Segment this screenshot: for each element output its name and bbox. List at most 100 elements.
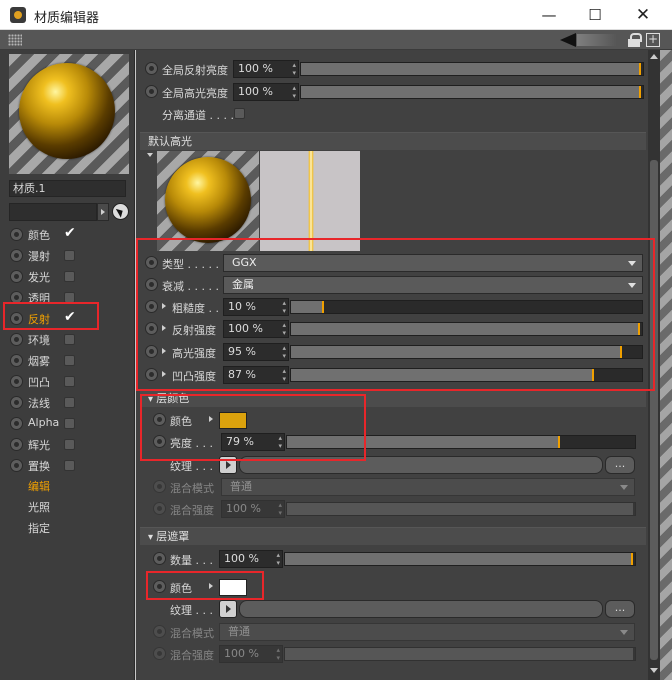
brightness-slider[interactable]	[286, 435, 636, 449]
sub-item-illumination[interactable]: 光照	[0, 497, 135, 518]
lock-icon[interactable]	[628, 33, 642, 47]
channel-checkbox[interactable]	[64, 439, 75, 450]
bump-strength-value[interactable]: 87 %	[223, 366, 289, 384]
texture-menu-button[interactable]	[219, 600, 237, 618]
radio-icon[interactable]	[10, 228, 23, 241]
channel-normal[interactable]: 法线	[0, 392, 135, 413]
radio-icon[interactable]	[145, 322, 158, 335]
grip-icon[interactable]	[8, 34, 22, 46]
material-combo[interactable]	[9, 203, 97, 221]
brightness-value[interactable]: 79 %	[221, 433, 285, 451]
mask-texture-more-button[interactable]: ...	[605, 600, 635, 618]
channel-checkbox[interactable]	[64, 309, 76, 325]
new-window-icon[interactable]: +	[646, 33, 660, 47]
layer-color-swatch[interactable]	[219, 412, 247, 429]
pick-cursor-icon[interactable]	[112, 203, 129, 220]
radio-icon[interactable]	[10, 438, 23, 451]
channel-alpha[interactable]: Alpha	[0, 413, 135, 434]
channel-checkbox[interactable]	[64, 334, 75, 345]
spec-strength-slider[interactable]	[290, 345, 643, 359]
channel-checkbox[interactable]	[64, 418, 75, 429]
type-dropdown[interactable]: GGX	[223, 254, 643, 272]
layer-mask-header[interactable]: 层遮罩	[140, 527, 646, 545]
global-spec-value[interactable]: 100 %	[233, 83, 299, 101]
channel-color[interactable]: 颜色	[0, 224, 135, 245]
expand-triangle-icon[interactable]	[162, 348, 166, 354]
radio-icon[interactable]	[145, 256, 158, 269]
radio-icon[interactable]	[153, 580, 166, 593]
layer-texture-field[interactable]	[239, 456, 603, 474]
channel-checkbox[interactable]	[64, 460, 75, 471]
roughness-slider[interactable]	[290, 300, 643, 314]
material-preview[interactable]	[9, 54, 129, 174]
collapse-triangle-icon[interactable]	[147, 153, 153, 157]
expand-triangle-icon[interactable]	[209, 583, 213, 589]
radio-icon[interactable]	[10, 375, 23, 388]
layer-color-header[interactable]: 层颜色	[140, 389, 646, 407]
reflect-strength-slider[interactable]	[290, 322, 643, 336]
radio-icon[interactable]	[10, 291, 23, 304]
expand-triangle-icon[interactable]	[162, 325, 166, 331]
channel-checkbox[interactable]	[64, 292, 75, 303]
channel-checkbox[interactable]	[64, 397, 75, 408]
radio-icon[interactable]	[153, 552, 166, 565]
channel-fog[interactable]: 烟雾	[0, 350, 135, 371]
bump-strength-slider[interactable]	[290, 368, 643, 382]
radio-icon[interactable]	[10, 459, 23, 472]
radio-icon[interactable]	[10, 270, 23, 283]
scroll-down-icon[interactable]	[650, 668, 658, 673]
scroll-up-icon[interactable]	[650, 54, 658, 59]
channel-glow[interactable]: 辉光	[0, 434, 135, 455]
radio-icon[interactable]	[145, 300, 158, 313]
global-spec-slider[interactable]	[300, 85, 644, 99]
radio-icon[interactable]	[10, 312, 23, 325]
channel-checkbox[interactable]	[64, 271, 75, 282]
amount-value[interactable]: 100 %	[219, 550, 283, 568]
default-spec-header[interactable]: 默认高光	[140, 132, 646, 150]
expand-triangle-icon[interactable]	[162, 371, 166, 377]
channel-displacement[interactable]: 置换	[0, 455, 135, 476]
roughness-value[interactable]: 10 %	[223, 298, 289, 316]
radio-icon[interactable]	[145, 278, 158, 291]
maximize-button[interactable]: ☐	[572, 0, 618, 30]
combo-arrow-icon[interactable]	[97, 203, 109, 221]
layer-texture-more-button[interactable]: ...	[605, 456, 635, 474]
radio-icon[interactable]	[10, 396, 23, 409]
mask-texture-field[interactable]	[239, 600, 603, 618]
channel-transparency[interactable]: 透明	[0, 287, 135, 308]
minimize-button[interactable]: —	[526, 0, 572, 30]
channel-checkbox[interactable]	[64, 355, 75, 366]
global-reflect-slider[interactable]	[300, 62, 644, 76]
attenuation-dropdown[interactable]: 金属	[223, 276, 643, 294]
channel-diffuse[interactable]: 漫射	[0, 245, 135, 266]
radio-icon[interactable]	[10, 333, 23, 346]
expand-triangle-icon[interactable]	[209, 416, 213, 422]
radio-icon[interactable]	[153, 435, 166, 448]
radio-icon[interactable]	[10, 417, 23, 430]
sub-item-assignment[interactable]: 指定	[0, 518, 135, 539]
scrollbar-thumb[interactable]	[650, 160, 658, 660]
back-arrow-icon[interactable]	[560, 33, 576, 47]
channel-checkbox[interactable]	[64, 376, 75, 387]
channel-bump[interactable]: 凹凸	[0, 371, 135, 392]
expand-triangle-icon[interactable]	[162, 303, 166, 309]
material-name-field[interactable]: 材质.1	[9, 180, 126, 197]
channel-environment[interactable]: 环境	[0, 329, 135, 350]
radio-icon[interactable]	[145, 85, 158, 98]
radio-icon[interactable]	[145, 345, 158, 358]
channel-luminance[interactable]: 发光	[0, 266, 135, 287]
separate-pass-checkbox[interactable]	[234, 108, 245, 119]
close-button[interactable]: ✕	[620, 0, 666, 30]
channel-reflectance[interactable]: 反射	[0, 308, 135, 329]
radio-icon[interactable]	[153, 413, 166, 426]
radio-icon[interactable]	[10, 354, 23, 367]
mask-color-swatch[interactable]	[219, 579, 247, 596]
global-reflect-value[interactable]: 100 %	[233, 60, 299, 78]
radio-icon[interactable]	[10, 249, 23, 262]
channel-checkbox[interactable]	[64, 225, 76, 241]
channel-checkbox[interactable]	[64, 250, 75, 261]
reflect-strength-value[interactable]: 100 %	[223, 320, 289, 338]
spec-strength-value[interactable]: 95 %	[223, 343, 289, 361]
amount-slider[interactable]	[284, 552, 636, 566]
sub-item-editor[interactable]: 编辑	[0, 476, 135, 497]
